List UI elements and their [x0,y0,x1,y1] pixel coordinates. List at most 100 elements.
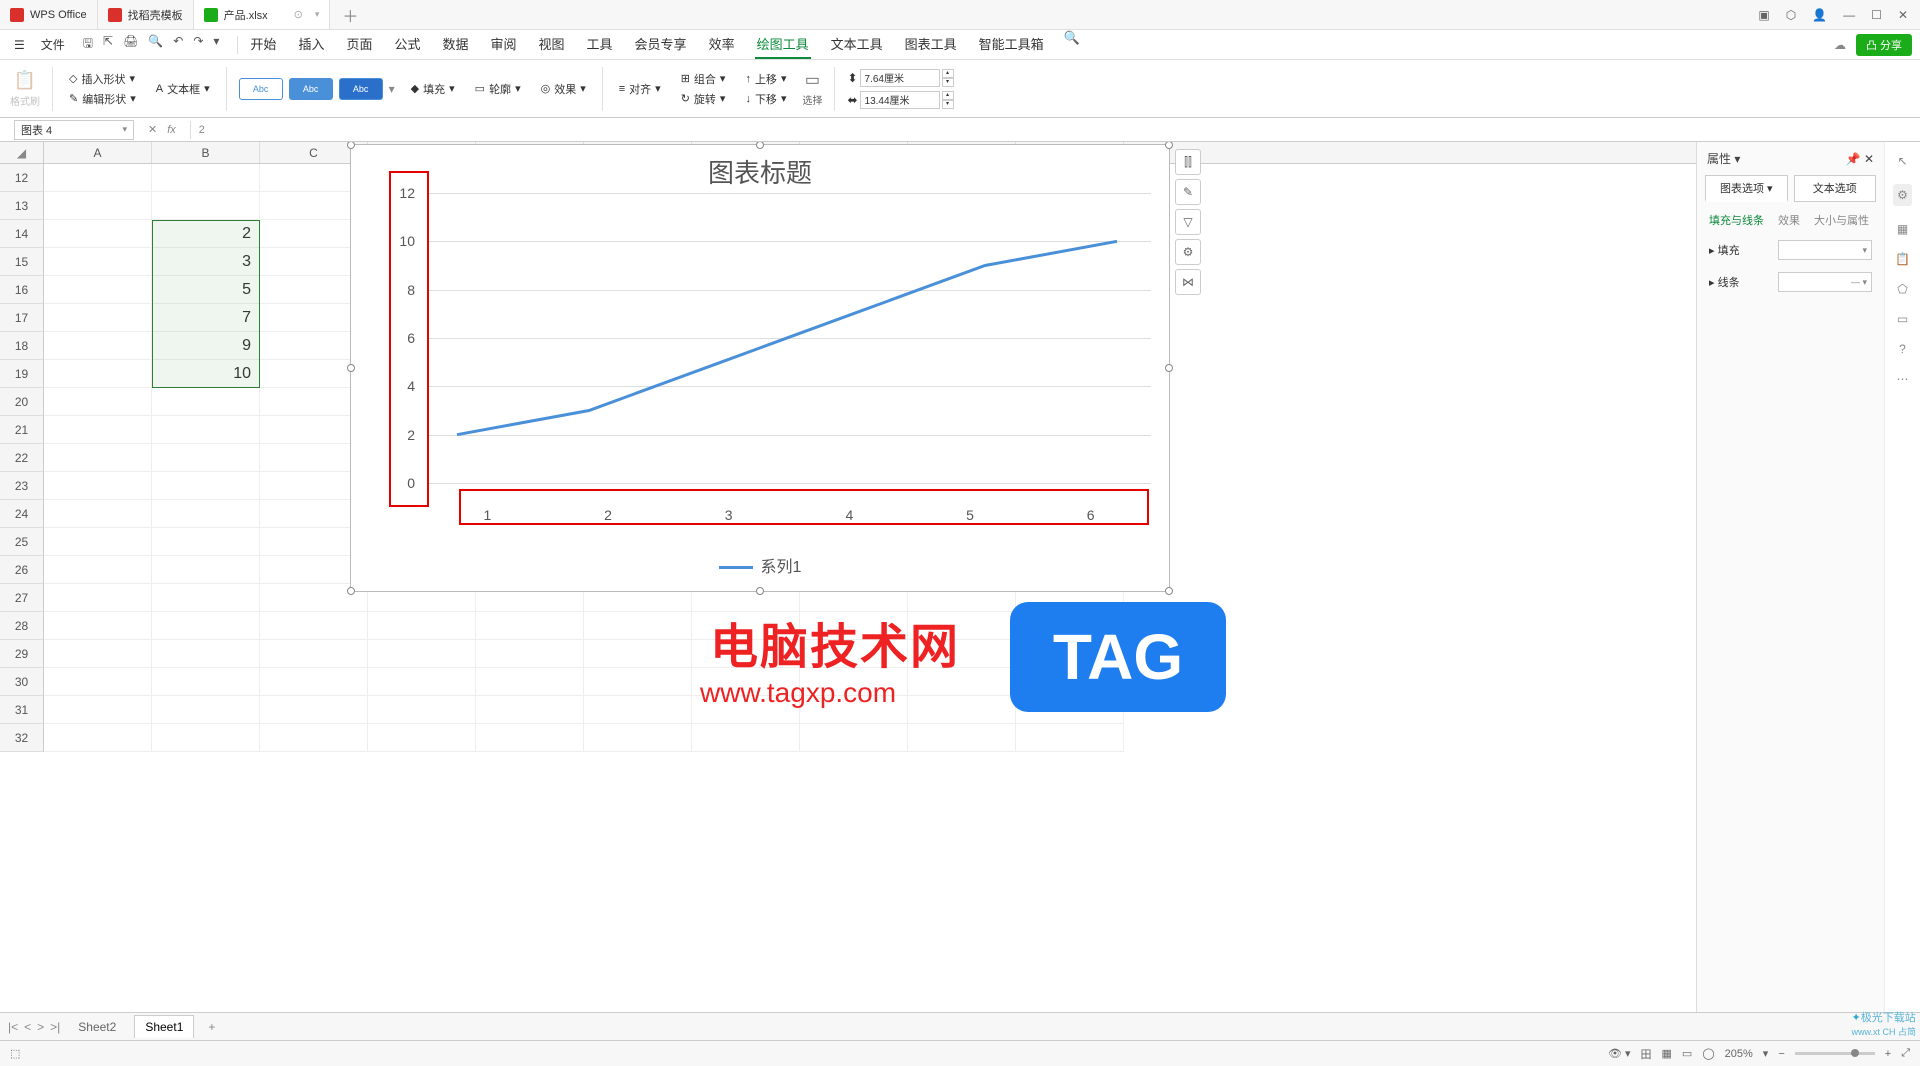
cell[interactable] [584,724,692,752]
sheet-prev[interactable]: < [24,1020,31,1034]
cell[interactable] [44,668,152,696]
view-reading-icon[interactable]: ▭ [1682,1047,1692,1060]
avatar-icon[interactable]: 👤 [1812,8,1827,22]
cell[interactable] [44,388,152,416]
cell[interactable] [44,584,152,612]
row-header[interactable]: 25 [0,528,44,556]
cell[interactable] [44,276,152,304]
cell[interactable]: 7 [152,304,260,332]
redo-icon[interactable]: ↷ [193,34,203,55]
menu-insert[interactable]: 插入 [296,30,326,59]
cell[interactable] [800,724,908,752]
cell[interactable] [152,416,260,444]
help-tool-icon[interactable]: ? [1899,342,1906,356]
cell[interactable] [260,640,368,668]
align-button[interactable]: ≡对齐▾ [615,80,665,98]
shape-style-3[interactable]: Abc [339,78,383,100]
chart-elements-icon[interactable]: ⫿⫿ [1175,149,1201,175]
cell[interactable] [476,612,584,640]
row-header[interactable]: 12 [0,164,44,192]
cell[interactable] [152,388,260,416]
cell[interactable] [152,724,260,752]
width-down[interactable]: ▾ [942,100,954,109]
share-button[interactable]: 凸 分享 [1856,34,1912,56]
cell[interactable] [44,360,152,388]
cell[interactable]: 5 [152,276,260,304]
menu-smart-toolbox[interactable]: 智能工具箱 [977,30,1046,59]
cell[interactable] [152,472,260,500]
row-header[interactable]: 15 [0,248,44,276]
row-header[interactable]: 21 [0,416,44,444]
text-box-button[interactable]: A文本框▾ [152,80,214,98]
tab-text-options[interactable]: 文本选项 [1794,175,1877,202]
height-input[interactable]: 7.64厘米 [860,69,940,87]
cell[interactable] [44,724,152,752]
pin-icon[interactable]: 📌 [1846,152,1861,166]
cell[interactable] [368,724,476,752]
chart-title[interactable]: 图表标题 [351,145,1169,194]
shape-style-2[interactable]: Abc [289,78,333,100]
cell[interactable] [368,696,476,724]
menu-formula[interactable]: 公式 [392,30,422,59]
row-header[interactable]: 30 [0,668,44,696]
line-combo[interactable]: — ▾ [1778,272,1872,292]
cell[interactable] [584,668,692,696]
add-sheet-button[interactable]: + [202,1020,221,1034]
status-icon[interactable]: ⬚ [10,1047,20,1060]
menu-data[interactable]: 数据 [440,30,470,59]
row-header[interactable]: 26 [0,556,44,584]
cell[interactable] [152,668,260,696]
search-icon[interactable]: 🔍 [1064,30,1080,59]
app-tab-template[interactable]: 找稻壳模板 [98,0,194,29]
cloud-icon[interactable]: ☁ [1834,38,1846,52]
cell[interactable]: 10 [152,360,260,388]
row-header[interactable]: 18 [0,332,44,360]
sheet-tab[interactable]: Sheet2 [68,1016,126,1038]
cell[interactable] [260,668,368,696]
hamburger-icon[interactable]: ☰ [8,38,31,52]
cell[interactable]: 3 [152,248,260,276]
cell[interactable] [44,472,152,500]
row-header[interactable]: 32 [0,724,44,752]
app-tab-wps[interactable]: WPS Office [0,0,98,29]
menu-draw-tools[interactable]: 绘图工具 [755,30,811,59]
zoom-level[interactable]: 205% [1725,1048,1753,1060]
insert-shape-button[interactable]: ◇插入形状▾ [65,70,140,88]
col-header[interactable]: A [44,142,152,163]
width-input[interactable]: 13.44厘米 [860,91,940,109]
menu-text-tools[interactable]: 文本工具 [829,30,885,59]
add-tab-button[interactable]: ＋ [330,3,370,27]
cell[interactable] [44,500,152,528]
cell[interactable] [1016,724,1124,752]
cell[interactable] [152,444,260,472]
chart-settings-icon[interactable]: ⚙ [1175,239,1201,265]
row-header[interactable]: 20 [0,388,44,416]
more-icon[interactable]: ▾ [213,34,219,55]
sheet-first[interactable]: |< [8,1020,18,1034]
cell[interactable] [152,500,260,528]
view-eye-icon[interactable]: 👁 ▾ [1608,1047,1631,1060]
row-header[interactable]: 29 [0,640,44,668]
row-header[interactable]: 28 [0,612,44,640]
menu-chart-tools[interactable]: 图表工具 [903,30,959,59]
chart-filter-icon[interactable]: ▽ [1175,209,1201,235]
cell[interactable] [44,304,152,332]
preview-icon[interactable]: 🔍 [148,34,163,55]
cell[interactable]: 9 [152,332,260,360]
cell[interactable] [368,668,476,696]
cell[interactable] [368,640,476,668]
chart-object[interactable]: 图表标题 024681012 123456 系列1 ⫿⫿ ✎ ▽ ⚙ ⋈ [350,144,1170,592]
menu-member[interactable]: 会员专享 [633,30,689,59]
group-button[interactable]: ⊞组合▾ [677,70,730,88]
menu-view[interactable]: 视图 [537,30,567,59]
cell[interactable] [44,528,152,556]
cell[interactable] [152,556,260,584]
cell[interactable] [476,696,584,724]
cell[interactable] [44,444,152,472]
export-icon[interactable]: ⇱ [103,34,113,55]
edit-shape-button[interactable]: ✎编辑形状▾ [65,90,140,108]
row-header[interactable]: 31 [0,696,44,724]
row-header[interactable]: 16 [0,276,44,304]
cell[interactable] [152,584,260,612]
zoom-out[interactable]: ◯ [1702,1047,1714,1060]
